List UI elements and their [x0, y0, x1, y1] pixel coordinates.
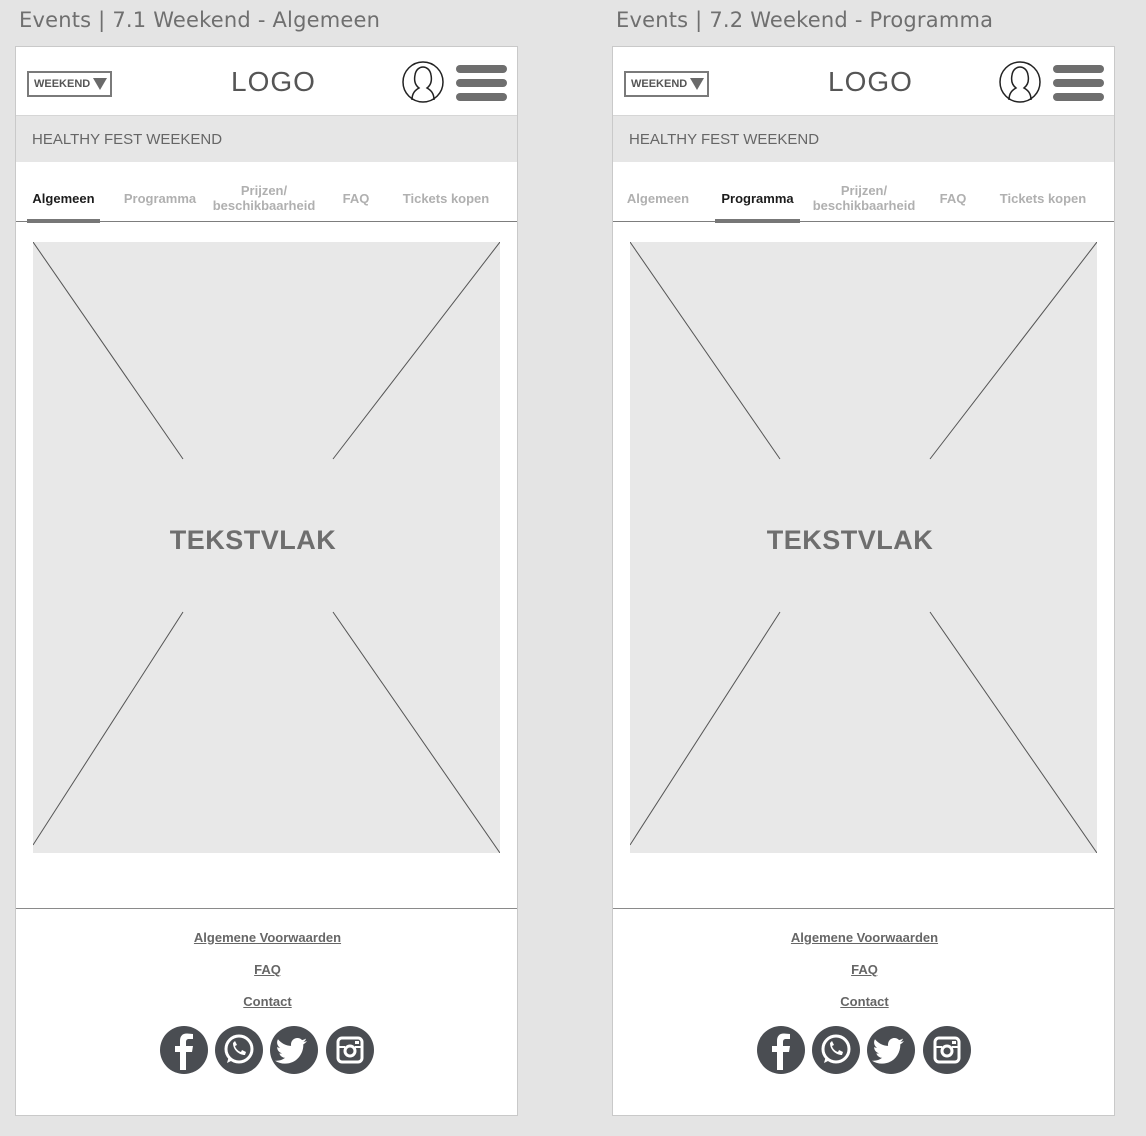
weekend-select[interactable]: WEEKEND [27, 71, 112, 97]
instagram-icon[interactable] [923, 1026, 971, 1074]
facebook-icon[interactable] [160, 1026, 208, 1074]
phone-frame-programma: WEEKEND LOGO HEALTHY FEST WEEKEND Algeme… [612, 46, 1115, 1116]
footer-link-voorwaarden[interactable]: Algemene Voorwaarden [16, 930, 517, 945]
caret-down-icon [690, 78, 705, 90]
tab-programma[interactable]: Programma [120, 175, 200, 221]
image-placeholder: TEKSTVLAK [630, 242, 1097, 853]
logo: LOGO [828, 66, 913, 97]
footer-link-voorwaarden[interactable]: Algemene Voorwaarden [613, 930, 1114, 945]
user-avatar-icon[interactable] [999, 61, 1041, 103]
tab-algemeen[interactable]: Algemeen [27, 175, 100, 223]
caret-down-icon [93, 78, 108, 90]
tab-bar: Algemeen Programma Prijzen/ beschikbaarh… [613, 175, 1114, 223]
instagram-icon[interactable] [326, 1026, 374, 1074]
hamburger-menu-icon[interactable] [1053, 65, 1104, 102]
tab-prijzen[interactable]: Prijzen/ beschikbaarheid [808, 175, 920, 221]
hamburger-menu-icon[interactable] [456, 65, 507, 102]
footer-link-faq[interactable]: FAQ [613, 962, 1114, 977]
tab-bar: Algemeen Programma Prijzen/ beschikbaarh… [16, 175, 517, 223]
placeholder-label: TEKSTVLAK [766, 525, 934, 555]
twitter-icon[interactable] [270, 1026, 318, 1074]
header: WEEKEND LOGO [613, 47, 1114, 115]
artboard-title: Events | 7.1 Weekend - Algemeen [19, 8, 381, 32]
whatsapp-icon[interactable] [812, 1026, 860, 1074]
tab-faq[interactable]: FAQ [336, 175, 376, 221]
tab-faq[interactable]: FAQ [933, 175, 973, 221]
footer-link-contact[interactable]: Contact [16, 994, 517, 1009]
footer-link-faq[interactable]: FAQ [16, 962, 517, 977]
footer-link-contact[interactable]: Contact [613, 994, 1114, 1009]
tab-tickets[interactable]: Tickets kopen [993, 175, 1093, 221]
phone-frame-algemeen: WEEKEND LOGO HEALTHY FEST WEEKEND Algeme… [15, 46, 518, 1116]
placeholder-label: TEKSTVLAK [169, 525, 337, 555]
tab-algemeen[interactable]: Algemeen [624, 175, 692, 221]
user-avatar-icon[interactable] [402, 61, 444, 103]
tab-programma[interactable]: Programma [715, 175, 800, 223]
artboard-title: Events | 7.2 Weekend - Programma [616, 8, 994, 32]
footer: Algemene Voorwaarden FAQ Contact [16, 908, 517, 1115]
facebook-icon[interactable] [757, 1026, 805, 1074]
event-subheader: HEALTHY FEST WEEKEND [613, 115, 1114, 162]
event-subheader: HEALTHY FEST WEEKEND [16, 115, 517, 162]
footer: Algemene Voorwaarden FAQ Contact [613, 908, 1114, 1115]
weekend-select-label: WEEKEND [34, 78, 91, 90]
tab-tickets[interactable]: Tickets kopen [396, 175, 496, 221]
tab-prijzen[interactable]: Prijzen/ beschikbaarheid [208, 175, 320, 221]
weekend-select[interactable]: WEEKEND [624, 71, 709, 97]
logo: LOGO [231, 66, 316, 97]
twitter-icon[interactable] [867, 1026, 915, 1074]
image-placeholder: TEKSTVLAK [33, 242, 500, 853]
weekend-select-label: WEEKEND [631, 78, 688, 90]
whatsapp-icon[interactable] [215, 1026, 263, 1074]
header: WEEKEND LOGO [16, 47, 517, 115]
